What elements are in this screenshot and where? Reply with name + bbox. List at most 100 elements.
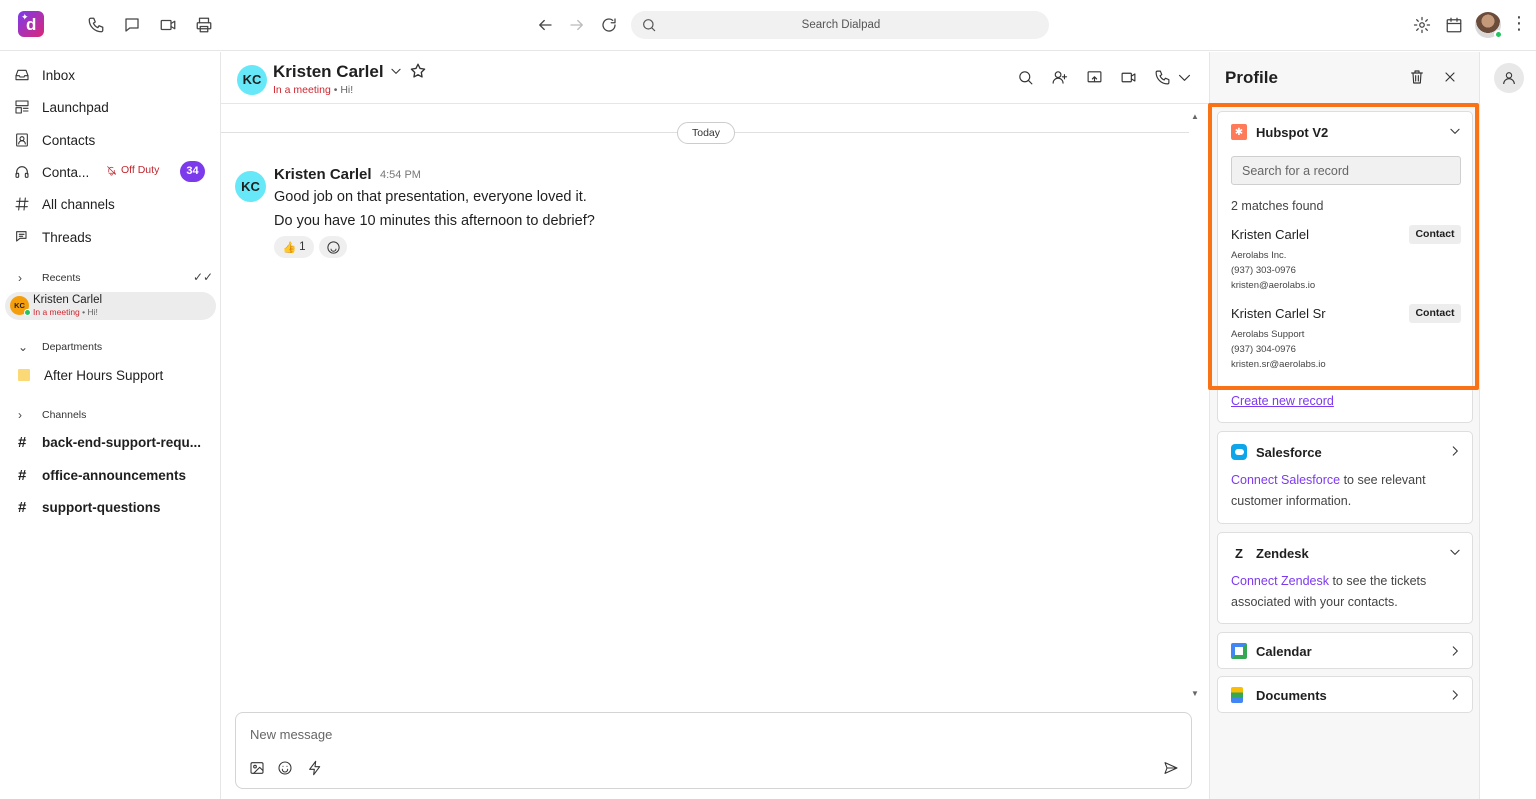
sidebar-item-contacts[interactable]: Contacts (14, 128, 95, 152)
record-details: Aerolabs Inc. (937) 303-0976 kristen@aer… (1231, 250, 1316, 291)
dialpad-logo[interactable]: ✦ d (18, 11, 44, 37)
calendar-card[interactable]: Calendar (1217, 632, 1473, 669)
lightning-icon[interactable] (306, 759, 324, 777)
contact-name[interactable]: Kristen Carlel (273, 62, 384, 82)
off-duty-status[interactable]: Off Duty (106, 164, 159, 176)
call-options-chevron-icon[interactable] (1174, 67, 1194, 87)
close-icon[interactable] (1441, 68, 1459, 86)
hash-icon (15, 197, 29, 211)
reaction-thumbs-up[interactable]: 👍 1 (274, 236, 314, 258)
chevron-down-icon[interactable] (1448, 124, 1462, 138)
record-type-badge: Contact (1409, 225, 1461, 244)
sidebar-item-all-channels[interactable]: All channels (14, 192, 115, 216)
online-status-dot (1494, 30, 1503, 39)
back-icon[interactable] (534, 14, 556, 36)
sidebar-item-inbox[interactable]: Inbox (14, 63, 75, 87)
recent-contact-name: Kristen Carlel (33, 294, 103, 306)
add-person-icon[interactable] (1049, 67, 1069, 87)
contacts-icon (16, 133, 28, 147)
inbox-icon (15, 69, 29, 81)
chevron-right-icon[interactable] (1448, 444, 1462, 458)
chevron-down-icon: ⌄ (18, 340, 29, 354)
search-bar[interactable] (631, 11, 1049, 39)
calendar-header[interactable]: Calendar (1231, 643, 1312, 659)
conversation-pane: KC Kristen Carlel In a meeting • Hi! Tod… (221, 52, 1209, 799)
hubspot-title: Hubspot V2 (1256, 124, 1329, 140)
documents-card[interactable]: Documents (1217, 676, 1473, 713)
connect-zendesk-link[interactable]: Connect Zendesk (1231, 574, 1329, 588)
documents-header[interactable]: Documents (1231, 687, 1327, 703)
avatar[interactable]: KC (235, 171, 266, 202)
refresh-icon[interactable] (598, 14, 620, 36)
record-search-input[interactable] (1231, 156, 1461, 185)
scroll-down-arrow[interactable]: ▼ (1191, 689, 1203, 699)
chevron-right-icon[interactable] (1448, 644, 1462, 658)
message-input[interactable] (250, 723, 1150, 745)
search-input[interactable] (661, 11, 1021, 39)
video-icon[interactable] (157, 14, 179, 36)
record-details: Aerolabs Support (937) 304-0976 kristen.… (1231, 329, 1326, 370)
print-icon[interactable] (193, 14, 215, 36)
recent-conversation-item[interactable]: KC Kristen Carlel In a meeting • Hi! (5, 292, 216, 320)
salesforce-header[interactable]: Salesforce (1231, 444, 1322, 460)
channel-item[interactable]: # support-questions (18, 499, 161, 516)
right-rail (1479, 52, 1536, 799)
record-name[interactable]: Kristen Carlel Sr (1231, 306, 1326, 321)
emoji-icon[interactable] (276, 759, 294, 777)
chevron-right-icon: › (18, 408, 22, 422)
record-name[interactable]: Kristen Carlel (1231, 227, 1309, 242)
documents-title: Documents (1256, 687, 1327, 703)
matches-count: 2 matches found (1231, 199, 1324, 213)
unread-count-badge: 34 (180, 161, 205, 182)
recents-section-header[interactable]: › Recents (18, 271, 81, 285)
settings-icon[interactable] (1411, 14, 1433, 36)
sidebar-item-contact-center[interactable]: Conta... (14, 160, 89, 184)
zendesk-description: Connect Zendesk to see the tickets assoc… (1231, 574, 1427, 609)
channels-section-header[interactable]: › Channels (18, 408, 86, 422)
create-new-record-link[interactable]: Create new record (1231, 394, 1334, 408)
kebab-icon[interactable]: ⋮ (1510, 14, 1528, 36)
calendar-icon[interactable] (1443, 14, 1465, 36)
profile-toggle-button[interactable] (1494, 63, 1524, 93)
sidebar-item-launchpad[interactable]: Launchpad (14, 95, 109, 119)
salesforce-title: Salesforce (1256, 444, 1322, 460)
chevron-down-icon[interactable] (389, 64, 403, 78)
headset-icon (15, 166, 29, 178)
hubspot-header[interactable]: ✱ Hubspot V2 (1231, 124, 1328, 140)
launchpad-icon (15, 100, 29, 114)
sidebar-item-label: Inbox (42, 67, 76, 83)
google-drive-icon (1231, 687, 1243, 703)
person-icon (1503, 72, 1515, 85)
connect-salesforce-link[interactable]: Connect Salesforce (1231, 473, 1340, 487)
avatar[interactable]: KC (237, 65, 267, 95)
video-icon[interactable] (1118, 67, 1138, 87)
hash-icon: # (18, 499, 27, 516)
threads-icon (16, 231, 27, 242)
user-avatar[interactable] (1475, 12, 1503, 39)
image-icon[interactable] (248, 759, 266, 777)
sidebar-item-threads[interactable]: Threads (14, 225, 92, 249)
search-icon (643, 19, 656, 32)
contact-status: In a meeting • Hi! (273, 84, 354, 96)
phone-icon[interactable] (85, 14, 107, 36)
phone-icon[interactable] (1152, 67, 1172, 87)
zendesk-header[interactable]: Z Zendesk (1231, 545, 1309, 561)
chevron-right-icon[interactable] (1448, 688, 1462, 702)
chat-icon[interactable] (121, 14, 143, 36)
department-item-after-hours-support[interactable]: After Hours Support (18, 363, 163, 387)
mark-all-read-icon[interactable]: ✓✓ (193, 270, 213, 284)
message-author[interactable]: Kristen Carlel (274, 166, 372, 183)
channel-item[interactable]: # office-announcements (18, 467, 186, 484)
search-icon[interactable] (1015, 67, 1035, 87)
share-screen-icon[interactable] (1084, 67, 1104, 87)
send-icon[interactable] (1162, 759, 1180, 777)
trash-icon[interactable] (1408, 68, 1426, 86)
add-reaction-button[interactable] (319, 236, 347, 258)
chevron-down-icon[interactable] (1448, 545, 1462, 559)
scroll-up-arrow[interactable]: ▲ (1191, 112, 1203, 122)
star-icon[interactable] (409, 62, 427, 80)
message-composer (235, 712, 1192, 789)
departments-section-header[interactable]: ⌄ Departments (18, 340, 102, 354)
channel-item[interactable]: # back-end-support-requ... (18, 434, 201, 451)
forward-icon[interactable] (566, 14, 588, 36)
